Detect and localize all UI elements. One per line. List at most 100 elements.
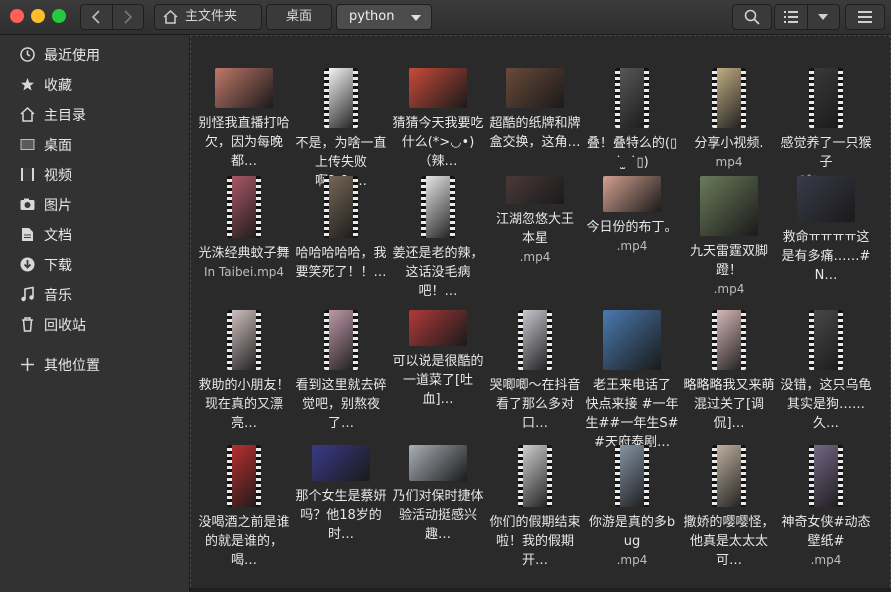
video-thumbnail: [324, 176, 358, 238]
file-name: 光洙经典蚊子舞 In Taibei.mp4: [197, 244, 291, 282]
sidebar-item-other-locations[interactable]: 其他位置: [0, 351, 189, 377]
desktop-icon: [20, 139, 35, 150]
file-item[interactable]: 那个女生是蔡妍吗？他18岁的时…: [294, 445, 388, 571]
sidebar-item-home[interactable]: 主目录: [0, 101, 189, 127]
file-name: 救命ㅠㅠㅠㅠ这是有多痛……#N…: [781, 230, 871, 283]
forward-button[interactable]: [111, 5, 144, 29]
recent-icon: [20, 47, 35, 62]
video-thumbnail: [809, 68, 843, 128]
file-extension: .mp4: [519, 250, 551, 264]
file-item[interactable]: 江湖忽悠大王 本星 .mp4: [488, 176, 582, 302]
video-icon: [21, 168, 34, 181]
sidebar-item-label: 下载: [44, 258, 72, 274]
sidebar: 最近使用 收藏 主目录 桌面 视频 图片 文档 下载 音乐 回收站 其他位置: [0, 35, 190, 592]
file-item[interactable]: 你游是真的多bug .mp4: [585, 445, 679, 571]
file-name: 撒娇的嘤嘤怪，他真是太太太可…: [683, 515, 775, 568]
video-thumbnail: [409, 445, 467, 481]
sidebar-item-music[interactable]: 音乐: [0, 281, 189, 307]
view-options-button[interactable]: [807, 5, 839, 29]
back-button[interactable]: [81, 5, 112, 29]
list-view-icon: [784, 11, 798, 23]
file-name: 老王来电话了 快点来接 #一年生##一年生S##天府泰剧…: [585, 378, 679, 450]
file-name: 救助的小朋友！现在真的又漂亮…: [198, 378, 290, 431]
breadcrumb-current-label: python: [349, 9, 395, 24]
file-name: 你们的假期结束啦！我的假期开…: [489, 515, 581, 568]
file-item[interactable]: 九天雷霆双脚蹬！ .mp4: [682, 176, 776, 302]
file-item[interactable]: 救助的小朋友！现在真的又漂亮…: [197, 310, 291, 436]
plus-icon: [21, 358, 34, 371]
file-name: 别怪我直播打哈欠，因为每晚都…: [198, 116, 290, 169]
file-item[interactable]: 哭唧唧～在抖音看了那么多对口…: [488, 310, 582, 436]
video-thumbnail: [700, 176, 758, 236]
video-thumbnail: [615, 68, 649, 128]
search-icon: [744, 9, 760, 25]
close-window-button[interactable]: [10, 9, 24, 23]
file-item[interactable]: 救命ㅠㅠㅠㅠ这是有多痛……#N…: [779, 176, 873, 302]
sidebar-item-label: 其他位置: [44, 358, 100, 374]
file-name: 乃们对保时捷体验活动挺感兴趣…: [392, 489, 484, 542]
file-name: 哈哈哈哈哈，我要笑死了！！…: [295, 246, 387, 280]
video-thumbnail: [409, 310, 467, 346]
file-item[interactable]: 略略略我又来萌混过关了[调侃]…: [682, 310, 776, 436]
breadcrumb-home[interactable]: 主文件夹: [154, 4, 262, 30]
file-manager-window: 主文件夹 桌面 python 最近使用 收藏 主目录 桌面 视频 图片 文档 下…: [0, 0, 891, 592]
trash-icon: [22, 317, 33, 332]
file-name: 那个女生是蔡妍吗？他18岁的时…: [295, 489, 387, 542]
sidebar-item-downloads[interactable]: 下载: [0, 251, 189, 277]
video-thumbnail: [324, 68, 358, 128]
file-item[interactable]: 看到这里就去碎觉吧，别熬夜了…: [294, 310, 388, 436]
file-item[interactable]: 没喝酒之前是谁的就是谁的，喝…: [197, 445, 291, 571]
sidebar-item-starred[interactable]: 收藏: [0, 71, 189, 97]
sidebar-item-label: 图片: [44, 198, 72, 214]
file-extension: .mp4: [616, 553, 648, 567]
breadcrumb-current[interactable]: python: [336, 4, 432, 30]
file-item[interactable]: 老王来电话了 快点来接 #一年生##一年生S##天府泰剧…: [585, 310, 679, 450]
video-thumbnail: [603, 310, 661, 370]
file-name: 江湖忽悠大王 本星 .mp4: [488, 210, 582, 267]
sidebar-item-label: 桌面: [44, 138, 72, 154]
sidebar-item-pictures[interactable]: 图片: [0, 191, 189, 217]
minimize-window-button[interactable]: [31, 9, 45, 23]
music-icon: [21, 286, 34, 302]
file-item[interactable]: 你们的假期结束啦！我的假期开…: [488, 445, 582, 571]
video-thumbnail: [227, 176, 261, 238]
file-item[interactable]: 光洙经典蚊子舞 In Taibei.mp4: [197, 176, 291, 302]
sidebar-item-label: 收藏: [44, 78, 72, 94]
search-button[interactable]: [732, 4, 772, 30]
view-toggle: [774, 4, 840, 30]
file-item[interactable]: 姜还是老的辣，这话没毛病吧！…: [391, 176, 485, 302]
video-thumbnail: [603, 176, 661, 212]
breadcrumb-home-label: 主文件夹: [185, 9, 238, 24]
file-name: 可以说是很酷的一道菜了[吐血]…: [392, 354, 484, 407]
sidebar-item-desktop[interactable]: 桌面: [0, 131, 189, 157]
star-icon: [21, 78, 34, 91]
video-thumbnail: [421, 176, 455, 238]
file-item[interactable]: 可以说是很酷的一道菜了[吐血]…: [391, 310, 485, 436]
video-thumbnail: [518, 445, 552, 507]
file-item[interactable]: 没错，这只乌龟其实是狗……久…: [779, 310, 873, 436]
file-grid: 别怪我直播打哈欠，因为每晚都…不是，为啥一直上传失败啊？？…猜猜今天我要吃什么(…: [190, 35, 891, 592]
list-view-button[interactable]: [775, 5, 808, 29]
header-bar: 主文件夹 桌面 python: [0, 0, 891, 35]
chevron-right-icon: [124, 10, 132, 24]
sidebar-item-trash[interactable]: 回收站: [0, 311, 189, 337]
file-item[interactable]: 撒娇的嘤嘤怪，他真是太太太可…: [682, 445, 776, 571]
horizontal-scrollbar[interactable]: [190, 588, 891, 592]
menu-button[interactable]: [845, 4, 885, 30]
file-item[interactable]: 神奇女侠#动态壁纸# .mp4: [779, 445, 873, 571]
file-item[interactable]: 哈哈哈哈哈，我要笑死了！！…: [294, 176, 388, 302]
maximize-window-button[interactable]: [52, 9, 66, 23]
sidebar-item-label: 回收站: [44, 318, 86, 334]
file-name: 看到这里就去碎觉吧，别熬夜了…: [295, 378, 387, 431]
breadcrumb-desktop[interactable]: 桌面: [266, 4, 332, 30]
sidebar-item-videos[interactable]: 视频: [0, 161, 189, 187]
video-thumbnail: [227, 445, 261, 507]
video-thumbnail: [712, 68, 746, 128]
sidebar-item-documents[interactable]: 文档: [0, 221, 189, 247]
file-item[interactable]: 今日份的布丁。 .mp4: [585, 176, 679, 302]
file-name: 你游是真的多bug .mp4: [585, 513, 679, 570]
file-name: 姜还是老的辣，这话没毛病吧！…: [392, 246, 484, 299]
file-item[interactable]: 乃们对保时捷体验活动挺感兴趣…: [391, 445, 485, 571]
sidebar-item-recent[interactable]: 最近使用: [0, 41, 189, 67]
video-thumbnail: [809, 445, 843, 507]
